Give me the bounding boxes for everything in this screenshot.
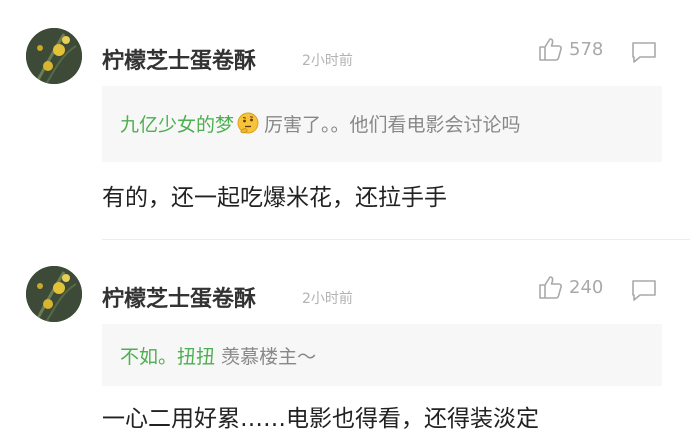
- quote-author[interactable]: 九亿少女的梦: [120, 114, 234, 136]
- avatar[interactable]: [26, 28, 82, 84]
- comment-text: 有的，还一起吃爆米花，还拉手手: [102, 185, 447, 211]
- thumbs-up-icon: [539, 38, 562, 61]
- reply-icon[interactable]: [630, 40, 658, 64]
- timestamp: 2小时前: [302, 53, 353, 69]
- divider: [102, 239, 690, 240]
- timestamp: 2小时前: [302, 291, 353, 307]
- username[interactable]: 柠檬芝士蛋卷酥: [102, 43, 256, 75]
- thinking-face-icon: [236, 111, 260, 140]
- quote-text: 厉害了。。他们看电影会讨论吗: [264, 114, 521, 136]
- username[interactable]: 柠檬芝士蛋卷酥: [102, 281, 256, 313]
- quote-text: 羡慕楼主～: [221, 346, 317, 368]
- quote-author[interactable]: 不如。扭扭: [120, 346, 215, 368]
- quoted-reply[interactable]: 不如。扭扭 羡慕楼主～: [102, 324, 662, 386]
- avatar[interactable]: [26, 266, 82, 322]
- like-button[interactable]: 578: [537, 36, 603, 62]
- quoted-reply[interactable]: 九亿少女的梦 厉害了。。他们看电影会讨论吗: [102, 86, 662, 162]
- like-count: 240: [569, 276, 604, 298]
- like-count: 578: [569, 38, 604, 60]
- reply-icon[interactable]: [630, 278, 658, 302]
- like-button[interactable]: 240: [537, 274, 603, 300]
- thumbs-up-icon: [539, 276, 562, 299]
